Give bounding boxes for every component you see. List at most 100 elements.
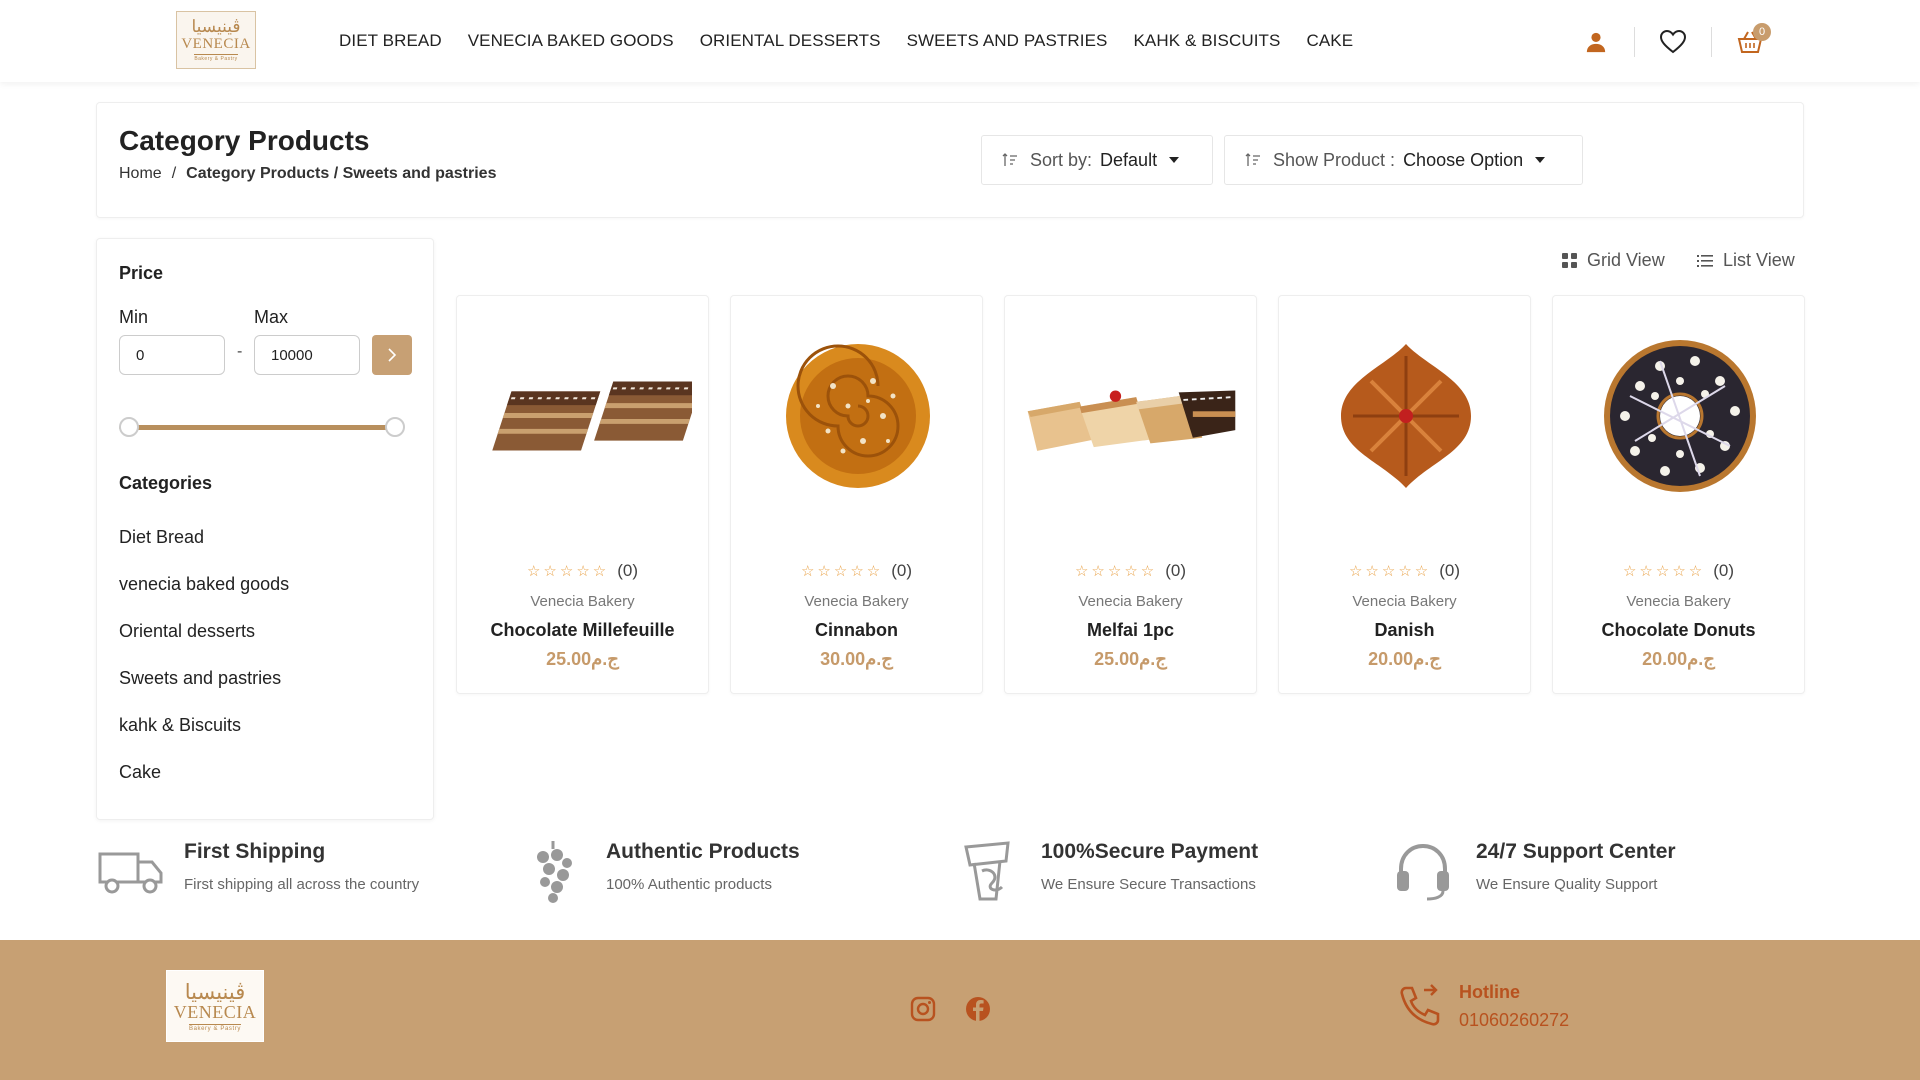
star-outline-icon: ☆: [833, 562, 848, 580]
product-card[interactable]: ☆ ☆ ☆ ☆ ☆ (0) Venecia Bakery Cinnabon 30.00ج…: [730, 295, 983, 694]
user-icon[interactable]: [1574, 20, 1618, 64]
category-item[interactable]: kahk & Biscuits: [119, 715, 289, 762]
nav-diet-bread[interactable]: DIET BREAD: [339, 31, 442, 51]
product-card[interactable]: ☆ ☆ ☆ ☆ ☆ (0) Venecia Bakery Danish 20.00ج.م: [1278, 295, 1531, 694]
nav-cake[interactable]: CAKE: [1306, 31, 1353, 51]
star-outline-icon: ☆: [850, 562, 864, 580]
apply-price-button[interactable]: [372, 335, 412, 375]
sort-dropdown[interactable]: Sort by: Default: [981, 135, 1213, 185]
footer-logo[interactable]: ڤينيسيا VENECIA Bakery & Pastry: [166, 970, 264, 1042]
star-outline-icon: ☆: [1381, 562, 1396, 580]
hotline-label: Hotline: [1459, 982, 1520, 1002]
review-count: (0): [1165, 561, 1187, 580]
nav-oriental-desserts[interactable]: ORIENTAL DESSERTS: [700, 31, 881, 51]
heart-icon[interactable]: [1651, 20, 1695, 64]
feature-subtitle: We Ensure Secure Transactions: [1041, 876, 1256, 893]
facebook-icon[interactable]: [963, 994, 993, 1024]
product-name[interactable]: Danish: [1279, 620, 1530, 641]
category-item[interactable]: Cake: [119, 762, 289, 809]
category-item[interactable]: Sweets and pastries: [119, 668, 289, 715]
product-image-chocolate-donut[interactable]: [1571, 326, 1788, 506]
product-rating: ☆ ☆ ☆ ☆ ☆ (0): [1279, 561, 1530, 581]
max-label: Max: [254, 307, 289, 327]
nav-venecia-baked-goods[interactable]: VENECIA BAKED GOODS: [468, 31, 674, 51]
sort-icon: [1002, 153, 1017, 166]
price-slider-track[interactable]: [119, 425, 395, 430]
breadcrumb-separator: /: [171, 165, 177, 182]
product-rating: ☆ ☆ ☆ ☆ ☆ (0): [731, 561, 982, 581]
feature-secure-payment: 100%Secure Payment We Ensure Secure Tran…: [953, 836, 1258, 906]
grid-view-toggle[interactable]: Grid View: [1562, 250, 1665, 271]
star-outline-icon: ☆: [559, 562, 574, 580]
site-header: ڤينيسيا VENECIA Bakery & Pastry DIET BRE…: [0, 0, 1920, 82]
review-count: (0): [617, 561, 639, 580]
min-price-input[interactable]: [119, 335, 225, 375]
star-outline-icon: ☆: [1414, 562, 1429, 580]
category-header: Category Products Home / Category Produc…: [96, 102, 1804, 218]
show-product-label: Show Product :: [1273, 149, 1396, 170]
product-card[interactable]: ☆ ☆ ☆ ☆ ☆ (0) Venecia Bakery Melfai 1pc 25.0…: [1004, 295, 1257, 694]
instagram-icon[interactable]: [908, 994, 938, 1024]
star-outline-icon: ☆: [1091, 562, 1105, 580]
star-outline-icon: ☆: [1655, 562, 1670, 580]
price-heading: Price: [119, 263, 164, 283]
feature-title: First Shipping: [184, 840, 326, 863]
product-name[interactable]: Cinnabon: [731, 620, 982, 641]
product-rating: ☆ ☆ ☆ ☆ ☆ (0): [1553, 561, 1804, 581]
breadcrumb-home[interactable]: Home: [119, 165, 162, 183]
grid-view-label: Grid View: [1587, 250, 1665, 270]
star-outline-icon: ☆: [1622, 562, 1637, 580]
star-outline-icon: ☆: [1688, 562, 1703, 580]
logo-arabic-text: ڤينيسيا: [184, 979, 246, 1004]
product-card[interactable]: ☆ ☆ ☆ ☆ ☆ (0) Venecia Bakery Chocolate Donut…: [1552, 295, 1805, 694]
product-name[interactable]: Chocolate Donuts: [1553, 620, 1804, 641]
product-card[interactable]: ☆ ☆ ☆ ☆ ☆ (0) Venecia Bakery Chocolate Mille…: [456, 295, 709, 694]
product-image-danish[interactable]: [1297, 326, 1514, 506]
star-outline-icon: ☆: [1124, 562, 1138, 580]
max-price-input[interactable]: [254, 335, 360, 375]
list-view-toggle[interactable]: List View: [1697, 250, 1795, 271]
category-item[interactable]: venecia baked goods: [119, 574, 289, 621]
star-outline-icon: ☆: [576, 562, 590, 580]
star-outline-icon: ☆: [1672, 562, 1686, 580]
logo-arabic-text: ڤينيسيا: [191, 17, 241, 37]
show-product-dropdown[interactable]: Show Product : Choose Option: [1224, 135, 1583, 185]
range-dash: -: [237, 343, 243, 360]
truck-icon: [96, 836, 166, 906]
hotline-number[interactable]: 01060260272: [1459, 1010, 1569, 1031]
product-brand: Venecia Bakery: [1078, 593, 1183, 610]
star-outline-icon: ☆: [1140, 562, 1155, 580]
sort-label: Sort by:: [1030, 149, 1093, 170]
nav-sweets-and-pastries[interactable]: SWEETS AND PASTRIES: [907, 31, 1108, 51]
price-slider-max-handle[interactable]: [385, 417, 405, 437]
nav-kahk-biscuits[interactable]: KAHK & BISCUITS: [1133, 31, 1280, 51]
product-brand: Venecia Bakery: [1626, 593, 1731, 610]
star-outline-icon: ☆: [543, 562, 557, 580]
main-nav: DIET BREAD VENECIA BAKED GOODS ORIENTAL …: [339, 0, 1353, 82]
grapes-icon: [518, 836, 588, 906]
product-brand: Venecia Bakery: [530, 593, 635, 610]
category-item[interactable]: Oriental desserts: [119, 621, 289, 668]
product-name[interactable]: Melfai 1pc: [1005, 620, 1256, 641]
feature-title: 24/7 Support Center: [1476, 840, 1676, 863]
chevron-right-icon: [388, 348, 397, 362]
feature-subtitle: We Ensure Quality Support: [1476, 876, 1658, 893]
phone-icon: [1398, 984, 1442, 1028]
review-count: (0): [1439, 561, 1461, 580]
feature-support: 24/7 Support Center We Ensure Quality Su…: [1388, 836, 1676, 906]
product-name[interactable]: Chocolate Millefeuille: [457, 620, 708, 641]
category-item[interactable]: Diet Bread: [119, 527, 289, 574]
product-price: 20.00ج.م: [1642, 649, 1715, 669]
price-slider-min-handle[interactable]: [119, 417, 139, 437]
payment-icon: [953, 836, 1023, 906]
product-image-millefeuille[interactable]: [475, 326, 692, 506]
basket-icon[interactable]: 0: [1728, 20, 1772, 64]
star-outline-icon: ☆: [526, 562, 541, 580]
star-outline-icon: ☆: [800, 562, 815, 580]
product-image-melfai[interactable]: [1023, 326, 1240, 506]
star-outline-icon: ☆: [817, 562, 831, 580]
star-outline-icon: ☆: [1365, 562, 1379, 580]
feature-authentic: Authentic Products 100% Authentic produc…: [518, 836, 800, 906]
venecia-logo[interactable]: ڤينيسيا VENECIA Bakery & Pastry: [176, 11, 256, 69]
product-image-cinnabon[interactable]: [749, 326, 966, 506]
